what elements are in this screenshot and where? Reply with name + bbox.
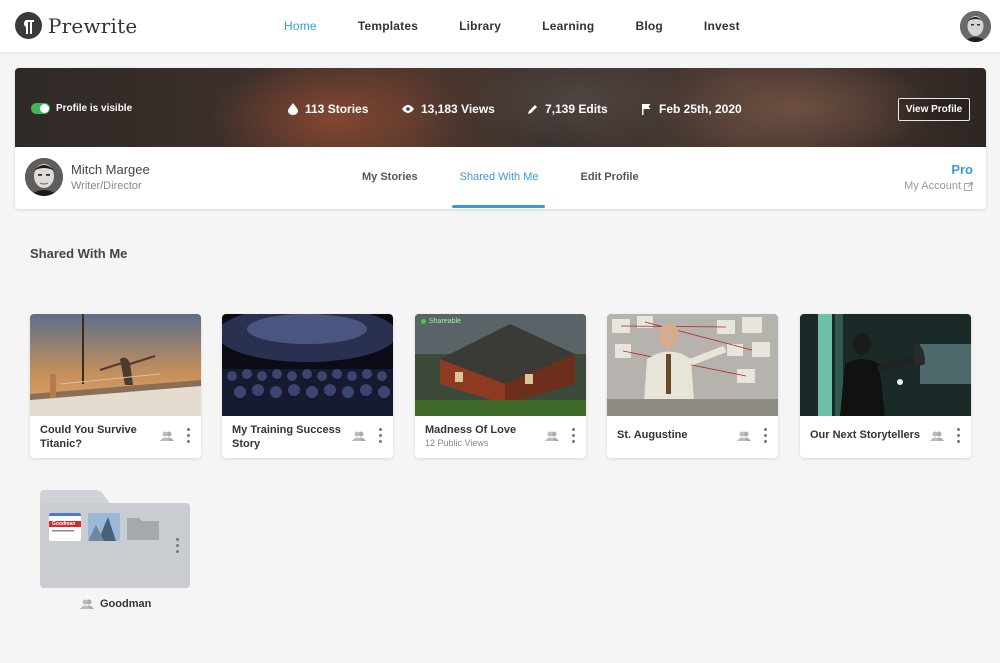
story-thumbnail [800, 314, 971, 416]
profile-name: Mitch Margee [71, 162, 150, 177]
plan-badge: Pro [951, 162, 973, 177]
user-avatar-menu[interactable] [960, 11, 991, 42]
main-nav: Home Templates Library Learning Blog Inv… [284, 19, 781, 33]
nav-blog[interactable]: Blog [635, 19, 662, 33]
stat-date: Feb 25th, 2020 [642, 102, 742, 116]
shared-users-icon [930, 431, 944, 441]
folder-thumbnail: Goodman [49, 513, 81, 541]
profile-banner: Profile is visible 113 Stories 13,183 Vi… [15, 68, 986, 147]
profile-role: Writer/Director [71, 180, 142, 192]
drop-icon [288, 103, 298, 115]
tab-my-stories[interactable]: My Stories [362, 171, 418, 183]
folder-placeholder-icon [127, 516, 159, 544]
brand-logo[interactable]: Prewrite [15, 12, 137, 39]
shared-folder[interactable]: Goodman [40, 490, 190, 588]
view-profile-button[interactable]: View Profile [898, 98, 970, 121]
brand-name: Prewrite [48, 13, 138, 38]
folder-name: Goodman [100, 598, 152, 610]
story-title: My Training Success Story [232, 424, 341, 450]
story-thumbnail [222, 314, 393, 416]
shared-users-icon [737, 431, 751, 441]
stat-date-value: Feb 25th, 2020 [659, 102, 742, 116]
visibility-toggle[interactable] [31, 103, 50, 114]
more-options-icon[interactable] [377, 428, 383, 444]
story-card[interactable]: Shareable Madness Of Love 12 Public View… [415, 314, 586, 458]
more-options-icon[interactable] [955, 428, 961, 444]
stat-edits-value: 7,139 Edits [545, 102, 608, 116]
profile-avatar [25, 158, 63, 196]
eye-icon [402, 105, 414, 113]
story-card[interactable]: My Training Success Story [222, 314, 393, 458]
shared-users-icon [160, 431, 174, 441]
profile-tabs: My Stories Shared With Me Edit Profile [362, 171, 681, 183]
story-title: Our Next Storytellers [810, 429, 921, 441]
top-nav: Prewrite Home Templates Library Learning… [0, 0, 1000, 53]
folder-label: Goodman [80, 598, 151, 610]
nav-library[interactable]: Library [459, 19, 501, 33]
nav-home[interactable]: Home [284, 19, 317, 33]
nav-templates[interactable]: Templates [358, 19, 418, 33]
story-title: St. Augustine [617, 429, 688, 441]
external-link-icon [964, 181, 973, 191]
flag-icon [642, 103, 651, 115]
section-title: Shared With Me [30, 246, 128, 261]
my-account-label: My Account [904, 180, 961, 192]
pencil-icon [528, 104, 537, 114]
shareable-badge: Shareable [421, 318, 461, 325]
story-title: Could You Survive Titanic? [40, 424, 137, 450]
visibility-label: Profile is visible [56, 103, 133, 114]
stat-views-value: 13,183 Views [421, 102, 495, 116]
nav-invest[interactable]: Invest [704, 19, 740, 33]
tab-shared-with-me[interactable]: Shared With Me [460, 171, 539, 183]
story-title: Madness Of Love [425, 424, 517, 436]
tab-edit-profile[interactable]: Edit Profile [581, 171, 639, 183]
shareable-label: Shareable [429, 318, 461, 325]
folder-more-options-icon[interactable] [176, 538, 179, 556]
more-options-icon[interactable] [762, 428, 768, 444]
shared-users-icon [352, 431, 366, 441]
story-thumbnail: Shareable [415, 314, 586, 416]
nav-learning[interactable]: Learning [542, 19, 594, 33]
my-account-link[interactable]: My Account [904, 180, 973, 192]
story-card[interactable]: St. Augustine [607, 314, 778, 458]
stat-views: 13,183 Views [402, 102, 495, 116]
story-thumbnail [607, 314, 778, 416]
story-thumbnail [30, 314, 201, 416]
active-tab-indicator [452, 205, 545, 208]
folder-thumbnail-text: Goodman [52, 521, 76, 527]
shared-users-icon [545, 431, 559, 441]
profile-card: Profile is visible 113 Stories 13,183 Vi… [15, 68, 986, 209]
story-card[interactable]: Our Next Storytellers [800, 314, 971, 458]
stat-stories-value: 113 Stories [305, 102, 369, 116]
more-options-icon[interactable] [570, 428, 576, 444]
folder-thumbnail [88, 513, 120, 541]
story-card[interactable]: Could You Survive Titanic? [30, 314, 201, 458]
stat-stories: 113 Stories [288, 102, 368, 116]
story-public-views: 12 Public Views [425, 438, 489, 448]
shared-users-icon [80, 599, 94, 609]
more-options-icon[interactable] [185, 428, 191, 444]
stat-edits: 7,139 Edits [527, 102, 608, 116]
pilcrow-logo-icon [15, 12, 42, 39]
